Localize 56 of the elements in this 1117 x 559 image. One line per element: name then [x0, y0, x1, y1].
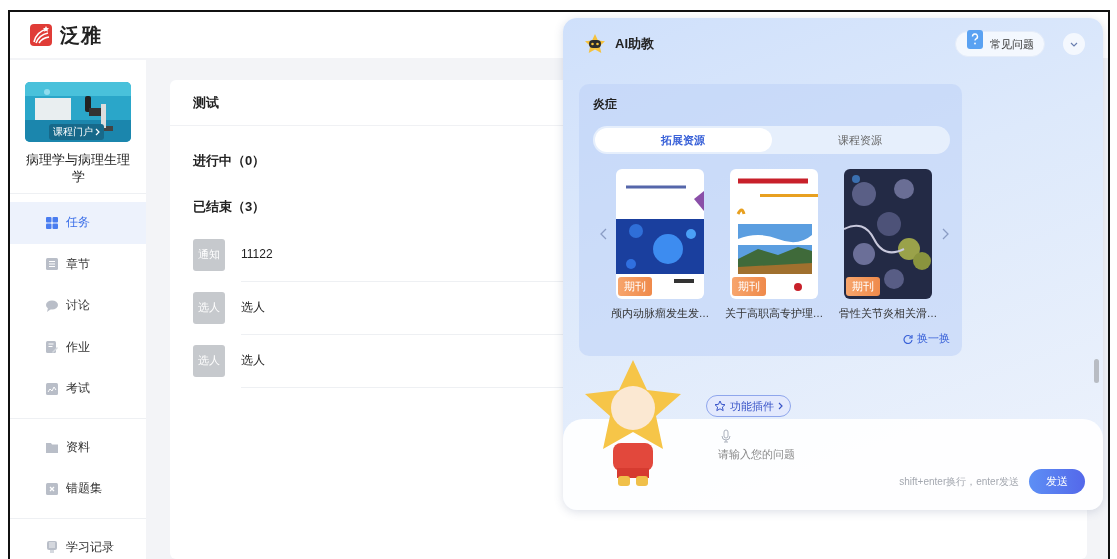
logo-icon [30, 24, 52, 46]
star-icon [714, 400, 726, 412]
folder-icon [46, 441, 58, 454]
sidebar-item[interactable]: 错题集 [10, 468, 146, 510]
resource-tab[interactable]: 拓展资源 [595, 128, 772, 152]
sidebar-item[interactable]: 讨论 [10, 285, 146, 327]
group-heading: 已结束（3） [193, 198, 266, 216]
activity-name[interactable]: 选人 [241, 351, 265, 369]
grid-icon [46, 216, 58, 229]
course-portal-link[interactable]: 课程门户 [49, 124, 104, 140]
section-title: 测试 [193, 93, 219, 112]
collapse-button[interactable] [1063, 33, 1085, 55]
speech-bubble-icon [46, 299, 58, 312]
journal-badge: 期刊 [618, 277, 652, 296]
list-icon [46, 258, 58, 271]
robot-star-icon [583, 33, 607, 55]
sidebar-item[interactable]: 任务 [10, 202, 146, 244]
refresh-button[interactable]: 换一换 [903, 331, 950, 346]
send-button[interactable]: 发送 [1029, 469, 1085, 494]
pencil-note-icon [46, 341, 58, 354]
app-name: 泛雅 [60, 22, 102, 48]
question-field[interactable]: 请输入您的问题 [716, 447, 1020, 461]
sidebar-item[interactable]: 章节 [10, 243, 146, 285]
refresh-icon [903, 333, 913, 344]
article-title[interactable]: 骨性关节炎相关滑… [838, 307, 938, 321]
chevron-right-icon [941, 228, 949, 240]
chevron-down-icon [1070, 41, 1078, 47]
sidebar-item[interactable]: 考试 [10, 368, 146, 410]
previous-button[interactable] [599, 228, 607, 240]
next-button[interactable] [941, 228, 949, 240]
sidebar-item[interactable]: 作业 [10, 326, 146, 368]
sidebar-item[interactable]: 资料 [10, 426, 146, 468]
journal-badge: 期刊 [846, 277, 880, 296]
marker-icon [46, 541, 58, 554]
activity-name[interactable]: 选人 [241, 298, 265, 316]
topic-title: 炎症 [593, 96, 618, 113]
keyboard-hint: shift+enter换行，enter发送 [899, 475, 1019, 489]
scrollbar[interactable] [1094, 359, 1099, 383]
course-title: 病理学与病理生理学 [26, 151, 130, 185]
chevron-left-icon [599, 228, 607, 240]
chevron-right-icon [778, 402, 783, 410]
plugin-button[interactable]: 功能插件 [706, 395, 791, 417]
activity-name[interactable]: 11122 [241, 247, 273, 261]
journal-badge: 期刊 [732, 277, 766, 296]
microphone-icon[interactable] [721, 429, 731, 443]
chevron-right-icon [95, 128, 100, 136]
question-icon [966, 30, 984, 50]
group-heading: 进行中（0） [193, 152, 266, 170]
article-title[interactable]: 关于高职高专护理… [724, 307, 824, 321]
sidebar-item[interactable]: 学习记录 [10, 526, 146, 559]
assistant-title: AI助教 [615, 35, 655, 53]
x-box-icon [46, 482, 58, 495]
article-title[interactable]: 颅内动脉瘤发生发… [610, 307, 710, 321]
faq-button[interactable]: 常见问题 [955, 31, 1045, 57]
resource-tab[interactable]: 课程资源 [771, 128, 948, 152]
chart-icon [46, 382, 58, 395]
